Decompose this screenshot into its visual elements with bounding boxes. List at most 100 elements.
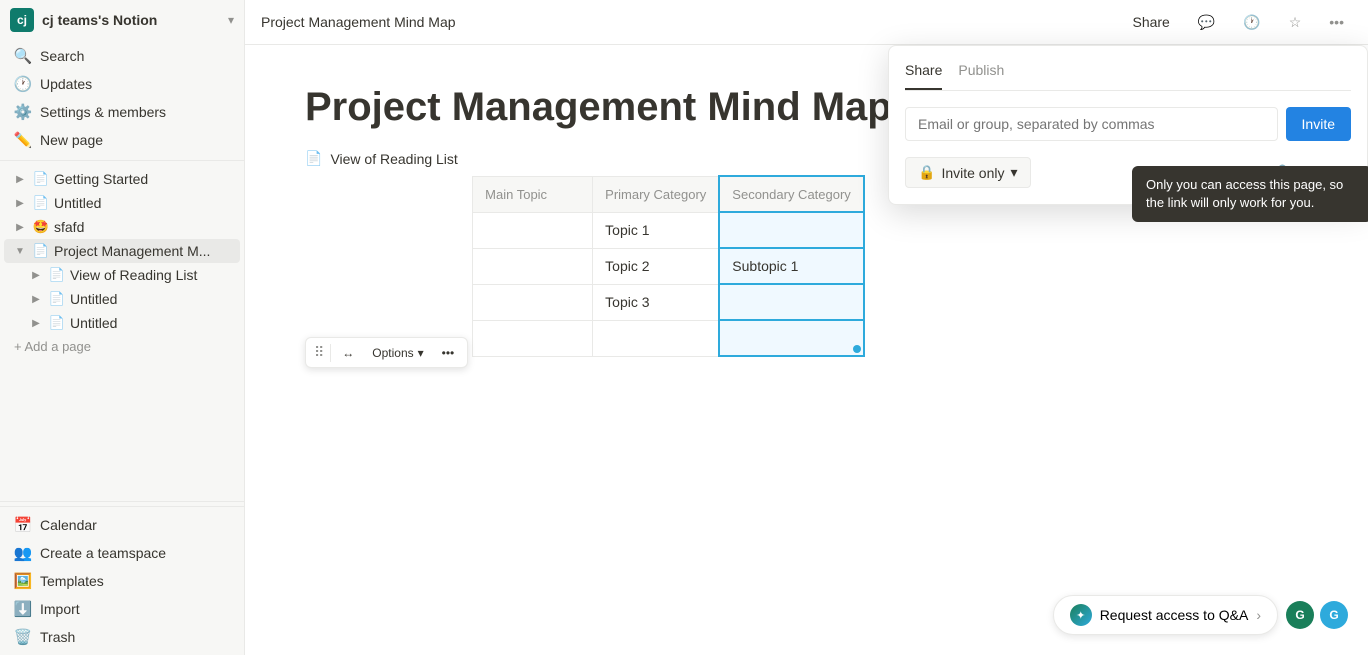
more-options-button[interactable]: •••	[1321, 10, 1352, 34]
topbar-actions: Share 💬 🕐 ☆ •••	[1124, 10, 1352, 35]
search-icon: 🔍	[14, 47, 32, 65]
workspace-header[interactable]: cj cj teams's Notion ▾	[0, 0, 244, 40]
table-cell[interactable]	[593, 320, 720, 356]
tree-item-project-management[interactable]: ▼ 📄 Project Management M...	[4, 239, 240, 263]
table-cell[interactable]	[473, 248, 593, 284]
nav-tree: ▶ 📄 Getting Started ▶ 📄 Untitled ▶ 🤩 sfa…	[0, 165, 244, 497]
create-teamspace-label: Create a teamspace	[40, 545, 166, 561]
sidebar-item-import[interactable]: ⬇️ Import	[4, 595, 240, 623]
tree-children: ▶ 📄 View of Reading List ▶ 📄 Untitled ▶ …	[4, 263, 240, 335]
avatar-1: G	[1286, 601, 1314, 629]
sidebar-item-trash[interactable]: 🗑️ Trash	[4, 623, 240, 651]
sidebar: cj cj teams's Notion ▾ 🔍 Search 🕐 Update…	[0, 0, 245, 655]
page-breadcrumb-title: Project Management Mind Map	[261, 14, 456, 30]
comments-button[interactable]: 💬	[1190, 10, 1223, 35]
sidebar-item-templates[interactable]: 🖼️ Templates	[4, 567, 240, 595]
share-email-input[interactable]	[905, 107, 1278, 141]
bottom-avatars: G G	[1286, 601, 1348, 629]
arrow-icon: ›	[1256, 607, 1261, 623]
expand-width-button[interactable]: ↔	[335, 343, 361, 363]
trash-label: Trash	[40, 629, 75, 645]
tree-item-label: sfafd	[54, 219, 232, 235]
sidebar-item-new-page[interactable]: ✏️ New page	[4, 126, 240, 154]
table-row	[473, 320, 864, 356]
table-row: Topic 2 Subtopic 1	[473, 248, 864, 284]
sidebar-bottom: 📅 Calendar 👥 Create a teamspace 🖼️ Templ…	[0, 506, 244, 655]
drag-handle-icon[interactable]: ⠿	[312, 342, 326, 363]
table-cell[interactable]: Topic 1	[593, 212, 720, 248]
settings-icon: ⚙️	[14, 103, 32, 121]
workspace-chevron-icon: ▾	[228, 13, 234, 27]
trash-icon: 🗑️	[14, 628, 32, 646]
chevron-icon: ▶	[12, 219, 28, 235]
updates-icon: 🕐	[14, 75, 32, 93]
col-header-main-topic: Main Topic	[473, 176, 593, 212]
table-cell[interactable]: Topic 2	[593, 248, 720, 284]
tree-item-untitled-3[interactable]: ▶ 📄 Untitled	[20, 311, 240, 335]
import-label: Import	[40, 601, 80, 617]
tree-item-untitled-1[interactable]: ▶ 📄 Untitled	[4, 191, 240, 215]
calendar-icon: 📅	[14, 516, 32, 534]
table-cell[interactable]	[473, 320, 593, 356]
chevron-icon: ▶	[28, 291, 44, 307]
history-button[interactable]: 🕐	[1235, 10, 1268, 35]
request-access-button[interactable]: ✦ Request access to Q&A ›	[1053, 595, 1278, 635]
page-icon: 🤩	[32, 218, 50, 236]
table-cell[interactable]	[473, 284, 593, 320]
expand-icon: ↔	[342, 346, 354, 360]
tree-item-view-reading-list[interactable]: ▶ 📄 View of Reading List	[20, 263, 240, 287]
chevron-icon: ▶	[28, 267, 44, 283]
table-row: Topic 3	[473, 284, 864, 320]
favorite-button[interactable]: ☆	[1281, 10, 1310, 35]
table-row: Topic 1	[473, 212, 864, 248]
table-cell-selected[interactable]: Subtopic 1	[719, 248, 864, 284]
tab-share[interactable]: Share	[905, 62, 942, 90]
share-input-row: Invite	[905, 107, 1351, 141]
options-button[interactable]: Options ▾	[365, 343, 430, 363]
sidebar-item-search[interactable]: 🔍 Search	[4, 42, 240, 70]
table-cell[interactable]	[473, 212, 593, 248]
import-icon: ⬇️	[14, 600, 32, 618]
share-modal-tabs: Share Publish	[905, 62, 1351, 91]
sidebar-item-calendar[interactable]: 📅 Calendar	[4, 511, 240, 539]
calendar-label: Calendar	[40, 517, 97, 533]
add-page-button[interactable]: + Add a page	[4, 335, 240, 358]
invite-only-button[interactable]: 🔒 Invite only ▾	[905, 157, 1031, 188]
updates-label: Updates	[40, 76, 92, 92]
db-page-icon: 📄	[305, 150, 322, 167]
data-table: Main Topic Primary Category Secondary Ca…	[472, 175, 865, 357]
sidebar-item-create-teamspace[interactable]: 👥 Create a teamspace	[4, 539, 240, 567]
more-menu-button[interactable]: •••	[435, 343, 462, 363]
workspace-name: cj teams's Notion	[42, 12, 220, 28]
tree-item-untitled-2[interactable]: ▶ 📄 Untitled	[20, 287, 240, 311]
chevron-icon: ▶	[12, 171, 28, 187]
sidebar-nav: 🔍 Search 🕐 Updates ⚙️ Settings & members…	[0, 40, 244, 156]
search-label: Search	[40, 48, 84, 64]
col-header-secondary-category: Secondary Category	[719, 176, 864, 212]
page-icon: 📄	[32, 242, 50, 260]
sidebar-item-updates[interactable]: 🕐 Updates	[4, 70, 240, 98]
db-name: View of Reading List	[330, 151, 457, 167]
page-icon: 📄	[48, 290, 66, 308]
tree-item-label: Untitled	[54, 195, 232, 211]
tree-item-label: View of Reading List	[70, 267, 232, 283]
teamspace-icon: 👥	[14, 544, 32, 562]
table-cell-selected[interactable]	[719, 320, 864, 356]
table-cell-selected[interactable]	[719, 284, 864, 320]
new-page-icon: ✏️	[14, 131, 32, 149]
table-cell-selected[interactable]	[719, 212, 864, 248]
avatar-2: G	[1320, 601, 1348, 629]
lock-icon: 🔒	[918, 164, 935, 181]
templates-icon: 🖼️	[14, 572, 32, 590]
tree-item-sfafd[interactable]: ▶ 🤩 sfafd	[4, 215, 240, 239]
sidebar-item-settings[interactable]: ⚙️ Settings & members	[4, 98, 240, 126]
invite-button[interactable]: Invite	[1286, 107, 1351, 141]
topbar: Project Management Mind Map Share 💬 🕐 ☆ …	[245, 0, 1368, 45]
page-icon: 📄	[32, 194, 50, 212]
options-label: Options	[372, 346, 413, 360]
table-cell[interactable]: Topic 3	[593, 284, 720, 320]
options-chevron-icon: ▾	[418, 346, 424, 360]
tab-publish[interactable]: Publish	[958, 62, 1004, 90]
tree-item-getting-started[interactable]: ▶ 📄 Getting Started	[4, 167, 240, 191]
share-button[interactable]: Share	[1124, 10, 1177, 34]
